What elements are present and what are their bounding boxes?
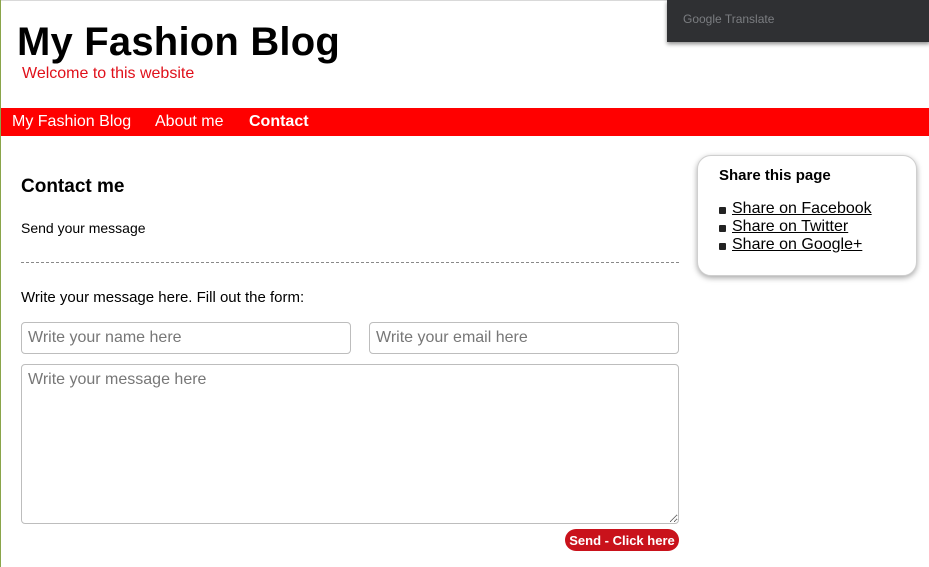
main-nav: My Fashion Blog About me Contact — [1, 108, 929, 136]
page-heading: Contact me — [21, 176, 125, 197]
page-subheading: Send your message — [21, 220, 146, 236]
google-plus-icon — [719, 242, 726, 250]
page: My Fashion Blog Welcome to this website … — [0, 0, 929, 567]
google-translate-bar[interactable]: Google Translate — [667, 0, 929, 42]
nav-item-contact[interactable]: Contact — [249, 113, 309, 131]
share-item-google-plus: Share on Google+ — [719, 236, 872, 254]
twitter-icon — [719, 224, 726, 232]
share-links-list: Share on Facebook Share on Twitter Share… — [719, 200, 872, 254]
facebook-icon — [719, 206, 726, 214]
nav-item-about[interactable]: About me — [155, 113, 223, 131]
dashed-divider — [21, 262, 679, 263]
site-title[interactable]: My Fashion Blog — [17, 18, 340, 66]
name-input[interactable] — [21, 322, 351, 354]
share-facebook-link[interactable]: Share on Facebook — [732, 200, 872, 218]
nav-item-home[interactable]: My Fashion Blog — [12, 113, 131, 131]
share-item-twitter: Share on Twitter — [719, 218, 872, 236]
share-twitter-link[interactable]: Share on Twitter — [732, 218, 848, 236]
message-textarea[interactable] — [21, 364, 679, 524]
form-intro-text: Write your message here. Fill out the fo… — [21, 289, 305, 306]
share-panel: Share this page Share on Facebook Share … — [697, 155, 917, 276]
site-tagline: Welcome to this website — [22, 65, 195, 82]
email-input[interactable] — [369, 322, 679, 354]
send-button[interactable]: Send - Click here — [565, 529, 679, 551]
share-panel-title: Share this page — [719, 167, 831, 184]
google-translate-label: Google Translate — [683, 12, 775, 26]
share-item-facebook: Share on Facebook — [719, 200, 872, 218]
share-google-plus-link[interactable]: Share on Google+ — [732, 236, 862, 254]
